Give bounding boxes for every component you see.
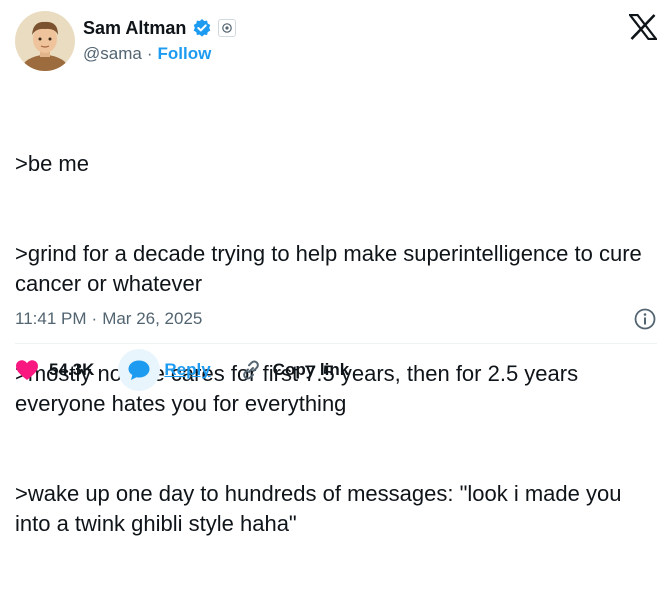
tweet-line: >wake up one day to hundreds of messages… [15, 481, 628, 536]
x-logo-icon[interactable] [627, 13, 659, 41]
author-name-row: Sam Altman [83, 16, 237, 40]
tweet-line: >grind for a decade trying to help make … [15, 241, 648, 296]
affiliate-badge-icon[interactable] [218, 19, 237, 37]
info-icon[interactable] [633, 307, 657, 331]
tweet-date: Mar 26, 2025 [102, 309, 203, 328]
verified-badge-icon [192, 18, 212, 38]
like-count: 54.3K [49, 360, 95, 379]
author-name[interactable]: Sam Altman [83, 18, 186, 39]
copy-link-button[interactable]: Copy link [239, 358, 350, 382]
reply-icon [118, 349, 161, 391]
heart-icon [16, 360, 38, 380]
tweet-time: 11:41 PM [15, 309, 87, 328]
tweet-card: Sam Altman @sama · Follow >be me >grind … [0, 0, 667, 536]
handle-row: @sama · Follow [83, 44, 211, 64]
author-handle[interactable]: @sama [83, 44, 142, 64]
avatar[interactable] [15, 11, 75, 71]
tweet-line: >be me [15, 151, 89, 176]
separator-dot: · [91, 309, 98, 328]
separator-dot: · [146, 44, 153, 63]
divider [15, 343, 657, 344]
tweet-text: >be me >grind for a decade trying to hel… [15, 89, 660, 599]
like-button[interactable]: 54.3K [15, 359, 94, 381]
copy-link-label: Copy link [272, 360, 350, 379]
reply-label: Reply [164, 360, 211, 379]
link-icon [242, 360, 259, 380]
action-bar: 54.3K Reply Copy link [15, 349, 350, 391]
reply-button[interactable]: Reply [118, 349, 211, 391]
follow-button[interactable]: Follow [158, 44, 212, 64]
timestamp[interactable]: 11:41 PM · Mar 26, 2025 [15, 309, 202, 329]
